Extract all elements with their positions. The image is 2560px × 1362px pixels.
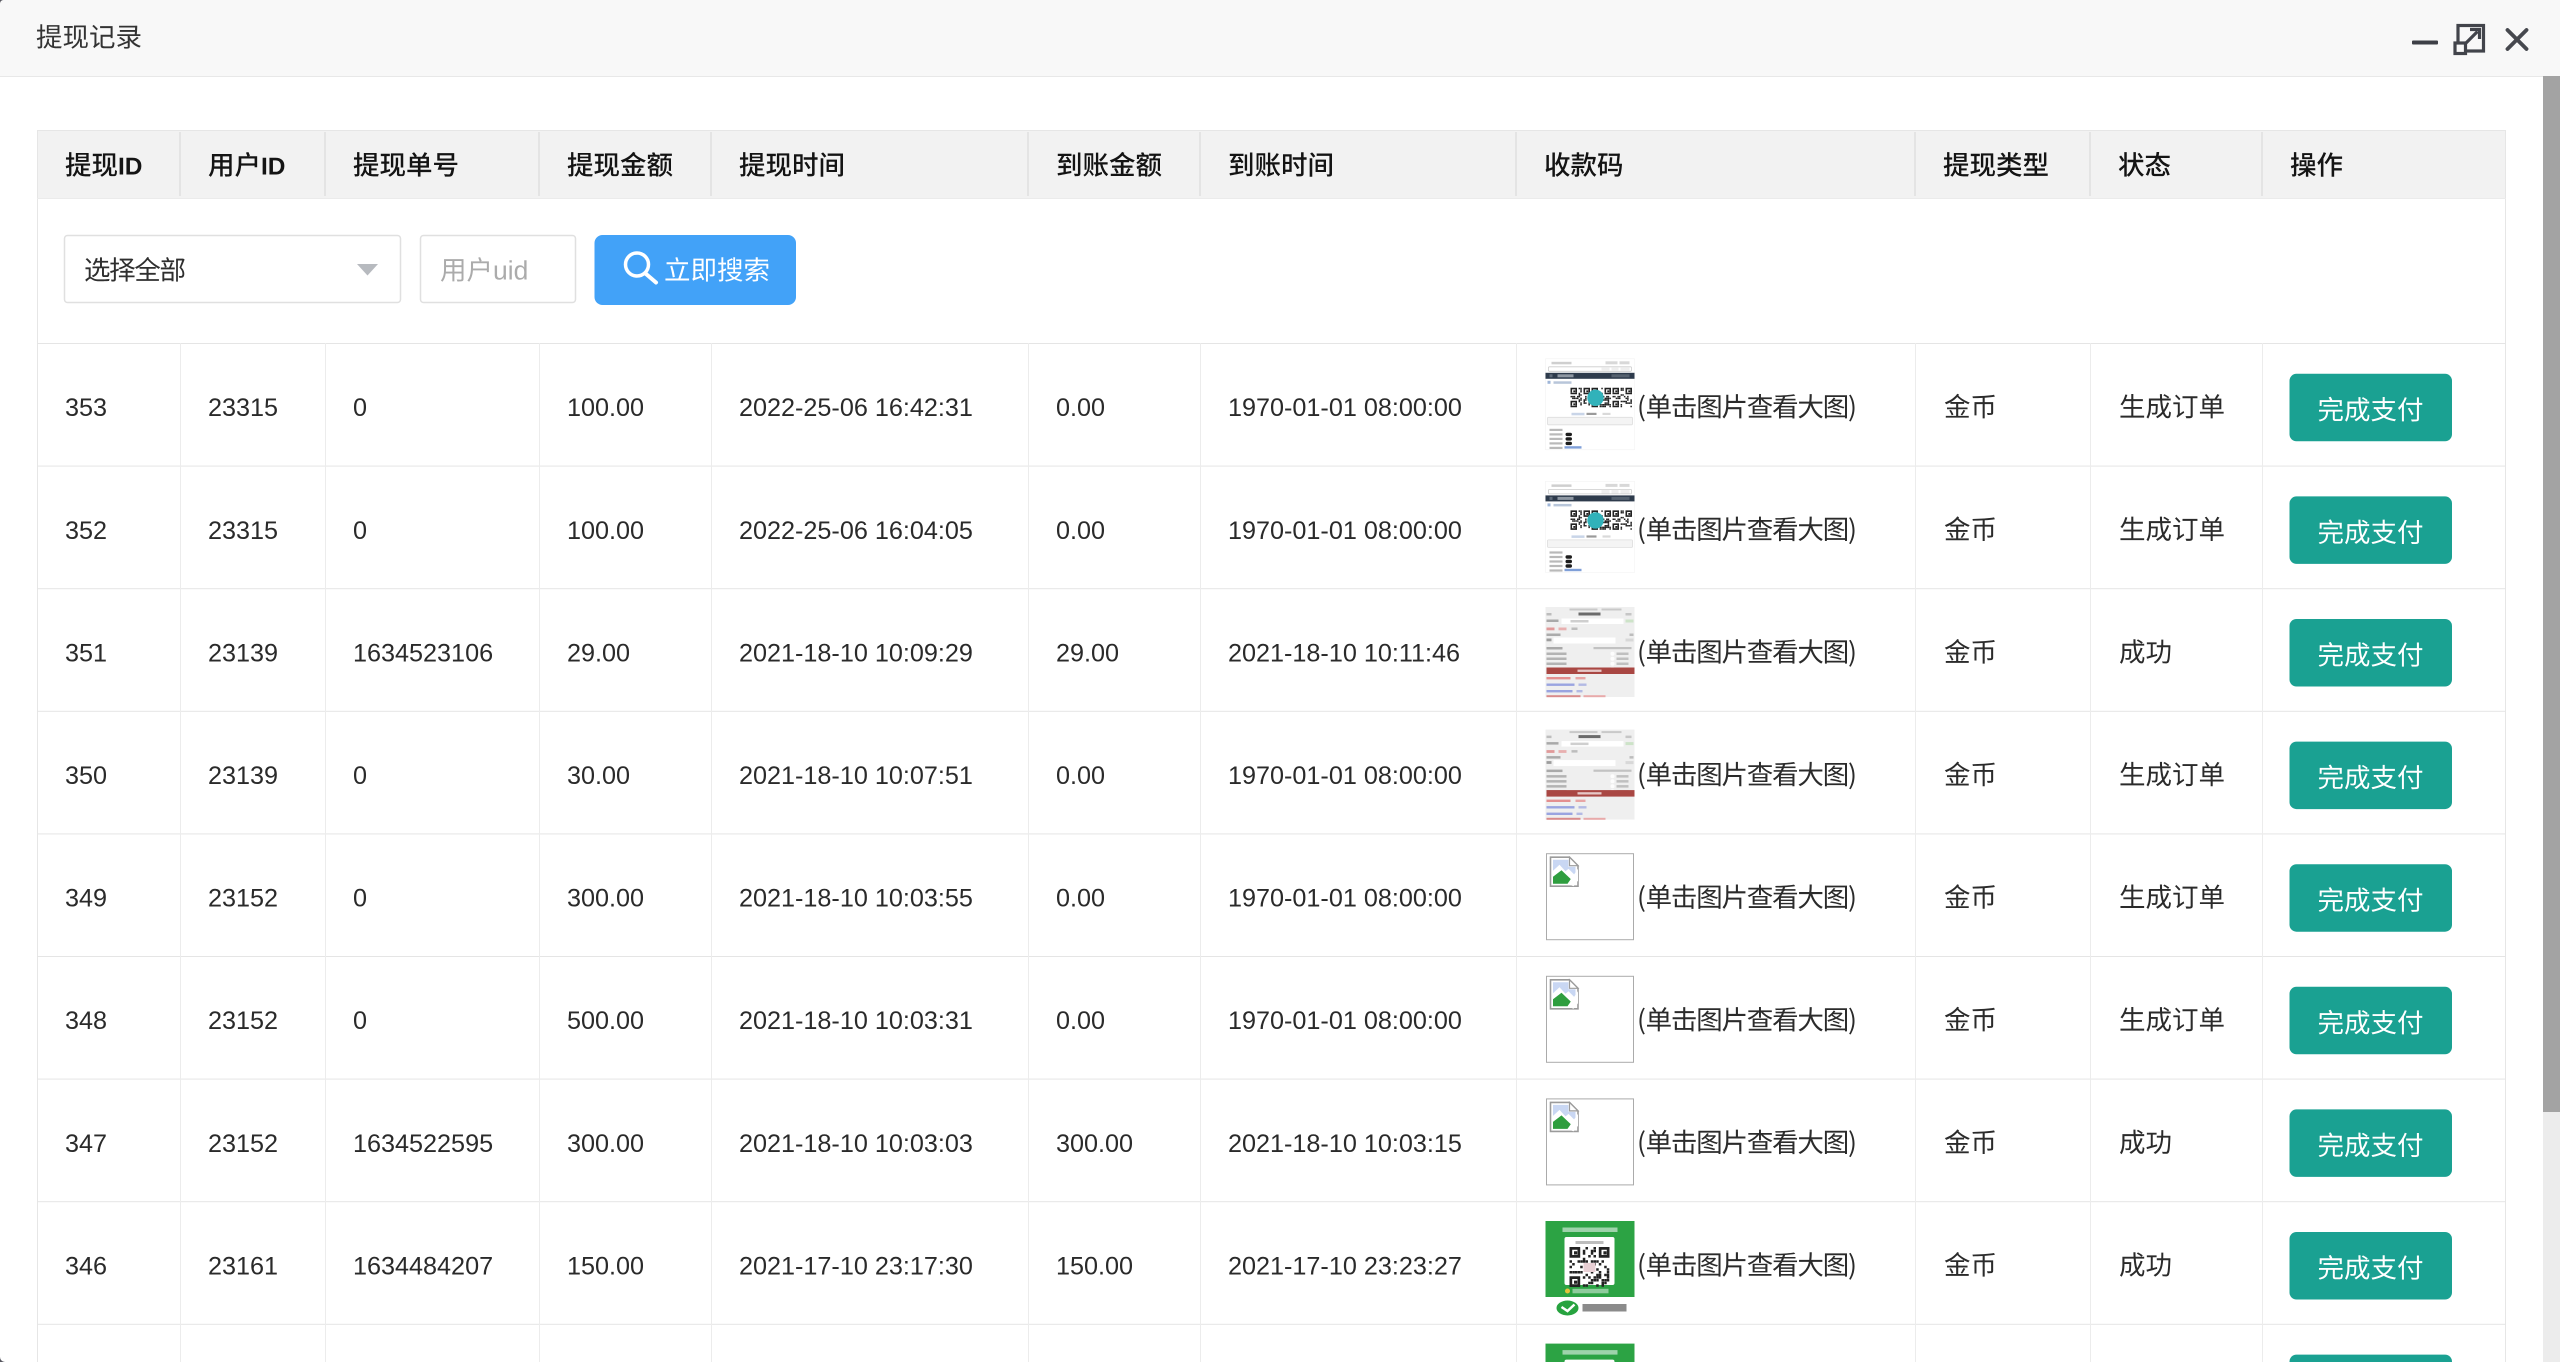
svg-text:150.00: 150.00 <box>567 1252 644 1280</box>
svg-text:0.00: 0.00 <box>1056 1007 1105 1035</box>
svg-text:349: 349 <box>65 885 107 913</box>
svg-text:346: 346 <box>65 1252 107 1280</box>
svg-text:0: 0 <box>353 762 367 790</box>
svg-text:300.00: 300.00 <box>567 1130 644 1158</box>
svg-text:0.00: 0.00 <box>1056 517 1105 545</box>
svg-text:2021-18-10 10:09:29: 2021-18-10 10:09:29 <box>739 639 973 667</box>
svg-text:23139: 23139 <box>208 762 278 790</box>
svg-text:0: 0 <box>353 517 367 545</box>
svg-text:347: 347 <box>65 1130 107 1158</box>
svg-text:29.00: 29.00 <box>1056 639 1119 667</box>
svg-text:300.00: 300.00 <box>1056 1130 1133 1158</box>
svg-text:2022-25-06 16:04:05: 2022-25-06 16:04:05 <box>739 517 973 545</box>
svg-text:23161: 23161 <box>208 1252 278 1280</box>
svg-text:150.00: 150.00 <box>1056 1252 1133 1280</box>
svg-text:2022-25-06 16:42:31: 2022-25-06 16:42:31 <box>739 394 973 422</box>
svg-text:2021-18-10 10:03:15: 2021-18-10 10:03:15 <box>1228 1130 1462 1158</box>
svg-text:350: 350 <box>65 762 107 790</box>
svg-text:0: 0 <box>353 885 367 913</box>
svg-text:348: 348 <box>65 1007 107 1035</box>
svg-text:0.00: 0.00 <box>1056 762 1105 790</box>
svg-text:1970-01-01 08:00:00: 1970-01-01 08:00:00 <box>1228 1007 1462 1035</box>
svg-text:1634523106: 1634523106 <box>353 639 493 667</box>
svg-text:1634484207: 1634484207 <box>353 1252 493 1280</box>
svg-text:23315: 23315 <box>208 517 278 545</box>
svg-text:2021-17-10 23:23:27: 2021-17-10 23:23:27 <box>1228 1252 1462 1280</box>
svg-text:2021-18-10 10:07:51: 2021-18-10 10:07:51 <box>739 762 973 790</box>
svg-text:352: 352 <box>65 517 107 545</box>
svg-text:1634522595: 1634522595 <box>353 1130 493 1158</box>
svg-text:1970-01-01 08:00:00: 1970-01-01 08:00:00 <box>1228 394 1462 422</box>
svg-text:1970-01-01 08:00:00: 1970-01-01 08:00:00 <box>1228 762 1462 790</box>
svg-text:0: 0 <box>353 394 367 422</box>
svg-text:23152: 23152 <box>208 1130 278 1158</box>
svg-text:100.00: 100.00 <box>567 517 644 545</box>
svg-text:0: 0 <box>353 1007 367 1035</box>
svg-text:2021-18-10 10:11:46: 2021-18-10 10:11:46 <box>1228 639 1460 667</box>
svg-text:0.00: 0.00 <box>1056 394 1105 422</box>
svg-text:0.00: 0.00 <box>1056 885 1105 913</box>
svg-text:30.00: 30.00 <box>567 762 630 790</box>
svg-text:23152: 23152 <box>208 1007 278 1035</box>
svg-text:23315: 23315 <box>208 394 278 422</box>
svg-text:29.00: 29.00 <box>567 639 630 667</box>
svg-text:1970-01-01 08:00:00: 1970-01-01 08:00:00 <box>1228 517 1462 545</box>
svg-text:2021-17-10 23:17:30: 2021-17-10 23:17:30 <box>739 1252 973 1280</box>
svg-text:351: 351 <box>65 639 107 667</box>
svg-text:100.00: 100.00 <box>567 394 644 422</box>
svg-text:353: 353 <box>65 394 107 422</box>
svg-text:500.00: 500.00 <box>567 1007 644 1035</box>
svg-text:1970-01-01 08:00:00: 1970-01-01 08:00:00 <box>1228 885 1462 913</box>
svg-text:2021-18-10 10:03:31: 2021-18-10 10:03:31 <box>739 1007 973 1035</box>
svg-text:23152: 23152 <box>208 885 278 913</box>
svg-text:23139: 23139 <box>208 639 278 667</box>
svg-text:300.00: 300.00 <box>567 885 644 913</box>
svg-text:2021-18-10 10:03:03: 2021-18-10 10:03:03 <box>739 1130 973 1158</box>
svg-text:2021-18-10 10:03:55: 2021-18-10 10:03:55 <box>739 885 973 913</box>
